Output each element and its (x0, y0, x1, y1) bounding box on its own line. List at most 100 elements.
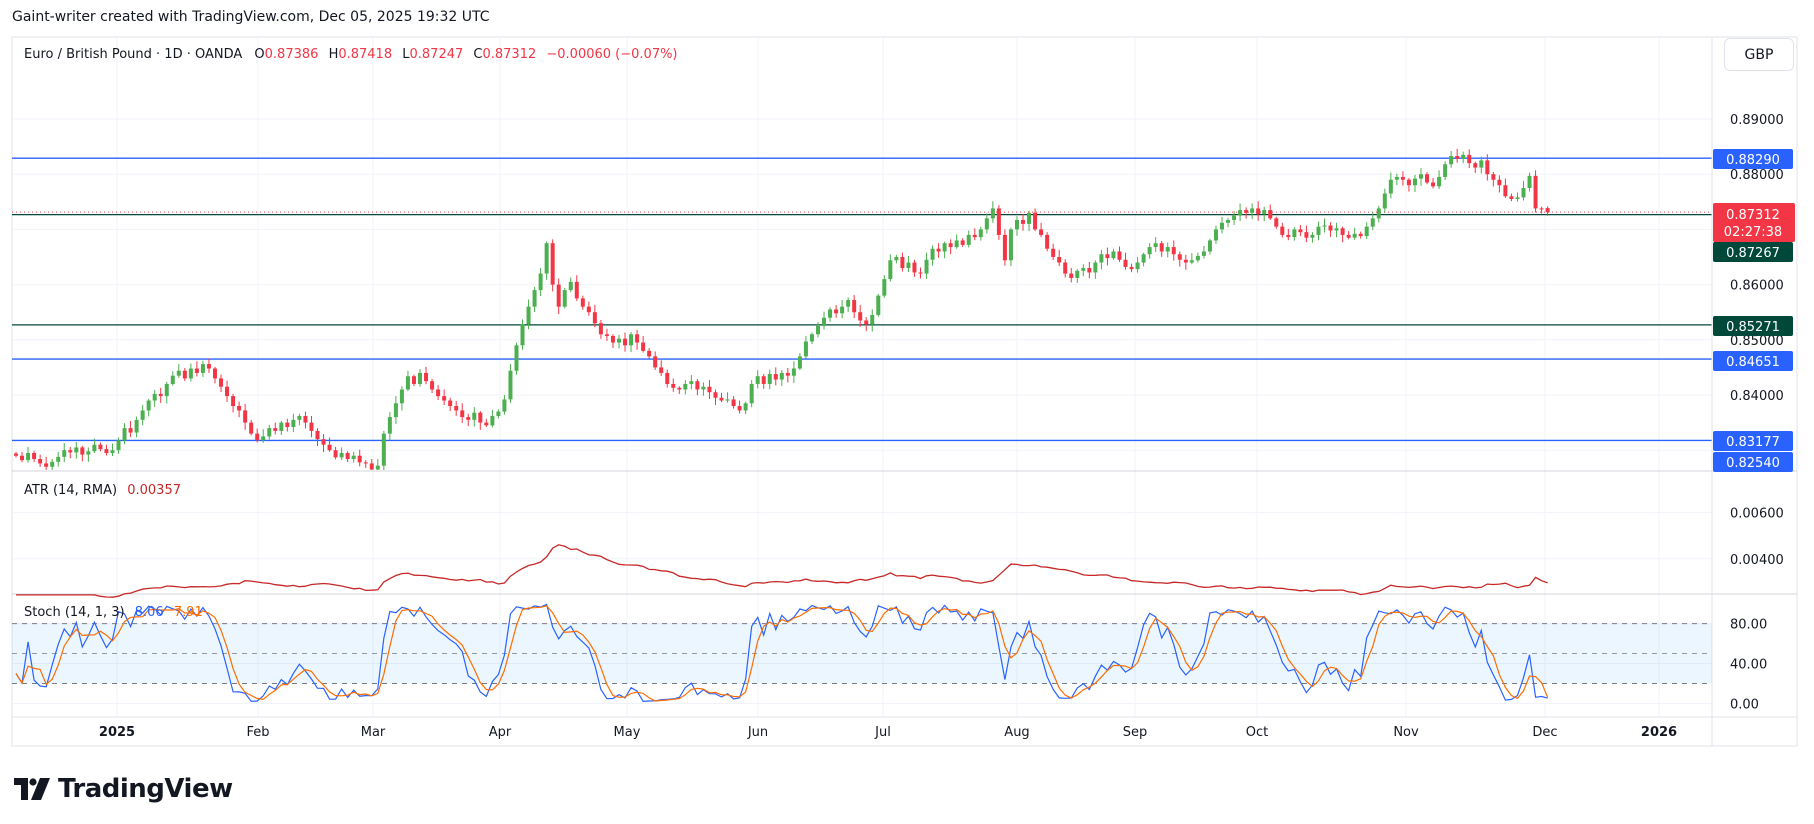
candle-body (1220, 222, 1224, 230)
countdown-label: 02:27:38 (1724, 225, 1782, 240)
candle-body (773, 374, 778, 380)
time-tick-label: Nov (1393, 725, 1419, 740)
candle-body (870, 314, 875, 325)
candle-body (345, 452, 350, 460)
candle-body (466, 417, 471, 420)
candle-body (1063, 262, 1068, 274)
candle-body (140, 410, 145, 420)
candle-body (743, 403, 748, 411)
candle-body (846, 300, 851, 307)
candle-body (942, 243, 947, 252)
candle-body (1376, 208, 1381, 219)
candle-body (122, 428, 127, 441)
candle-body (1021, 220, 1026, 224)
candle-body (128, 428, 133, 433)
candle-body (713, 392, 718, 398)
atr-title: ATR (14, RMA) (24, 483, 117, 498)
candle (381, 430, 386, 470)
legend-open: 0.87386 (265, 47, 319, 62)
candle-body (1364, 226, 1369, 237)
candle-body (80, 447, 85, 455)
candle-body (996, 208, 1001, 235)
candle-body (749, 383, 754, 404)
price-tick-label: 0.86000 (1730, 279, 1784, 294)
candle-body (1250, 208, 1255, 213)
tradingview-logo[interactable]: TradingView (14, 774, 233, 804)
candle-body (1304, 232, 1309, 238)
candle-body (1292, 229, 1297, 238)
candle-body (948, 243, 953, 248)
candle-body (882, 279, 887, 296)
current-price-label: 0.87312 (1726, 208, 1780, 223)
candle-body (990, 208, 995, 219)
candle-body (375, 465, 380, 470)
candle-body (822, 317, 827, 326)
candle-body (363, 462, 368, 464)
candle-body (858, 312, 863, 321)
candle-body (755, 376, 760, 384)
candle-body (478, 412, 483, 423)
candle-body (532, 290, 537, 307)
candle-body (351, 455, 356, 460)
candle-body (1069, 273, 1074, 278)
currency-button[interactable]: GBP (1724, 38, 1794, 71)
candle (749, 380, 754, 408)
candle-body (327, 444, 332, 451)
candle-body (809, 334, 814, 342)
candle-body (1316, 226, 1321, 235)
candle-body (1256, 208, 1261, 214)
candle-body (815, 326, 820, 335)
candle-body (333, 450, 338, 458)
candle-body (194, 368, 199, 373)
candle-body (339, 452, 344, 458)
candle-body (110, 450, 115, 453)
candle (876, 293, 881, 317)
candle-body (496, 411, 501, 416)
candle-body (1117, 251, 1122, 260)
candle-body (1002, 234, 1007, 261)
candle-body (158, 393, 163, 397)
candle-body (255, 433, 260, 441)
candle-body (1262, 210, 1267, 214)
candle-body (617, 338, 621, 343)
candle-body (1461, 154, 1466, 159)
candle-body (369, 463, 374, 470)
candle-body (1352, 233, 1357, 238)
candle-body (1497, 179, 1502, 186)
candle-body (508, 370, 513, 400)
candle-body (98, 444, 103, 450)
candle-body (50, 461, 55, 467)
candle-body (152, 393, 157, 401)
candle-body (14, 453, 18, 456)
legend-change: −0.00060 (−0.07%) (546, 47, 677, 62)
candle-body (1244, 210, 1249, 213)
chart[interactable]: 0.00600 0.00400 80.00 40.00 0.00 0.89000 0.8… (0, 0, 1814, 824)
candle-body (1539, 208, 1544, 210)
candle-body (894, 257, 899, 261)
candle-body (357, 455, 362, 463)
candle-body (635, 334, 640, 343)
stoch-k-value: 8.06 (135, 605, 164, 620)
candle-body (267, 428, 272, 437)
candle-body (212, 368, 217, 379)
candle-body (273, 428, 278, 431)
stoch-tick-label: 80.00 (1730, 618, 1767, 633)
candle-body (1346, 234, 1351, 238)
candle-body (261, 436, 266, 441)
candle-body (592, 312, 597, 324)
candle-body (448, 400, 453, 407)
time-tick-label: Jun (747, 725, 768, 740)
atr-tick-label: 0.00400 (1730, 553, 1784, 568)
candle-body (984, 218, 989, 230)
stoch-title: Stoch (14, 1, 3) (24, 605, 125, 620)
candle-body (279, 422, 284, 431)
candle-body (1455, 155, 1460, 159)
candle-body (683, 383, 688, 390)
legend-close-label: C (473, 47, 482, 62)
candle-body (930, 248, 935, 260)
candle-body (387, 417, 392, 434)
candle-body (876, 295, 881, 315)
candle-body (1509, 196, 1514, 200)
candle-body (231, 396, 236, 407)
candle-body (418, 372, 423, 384)
